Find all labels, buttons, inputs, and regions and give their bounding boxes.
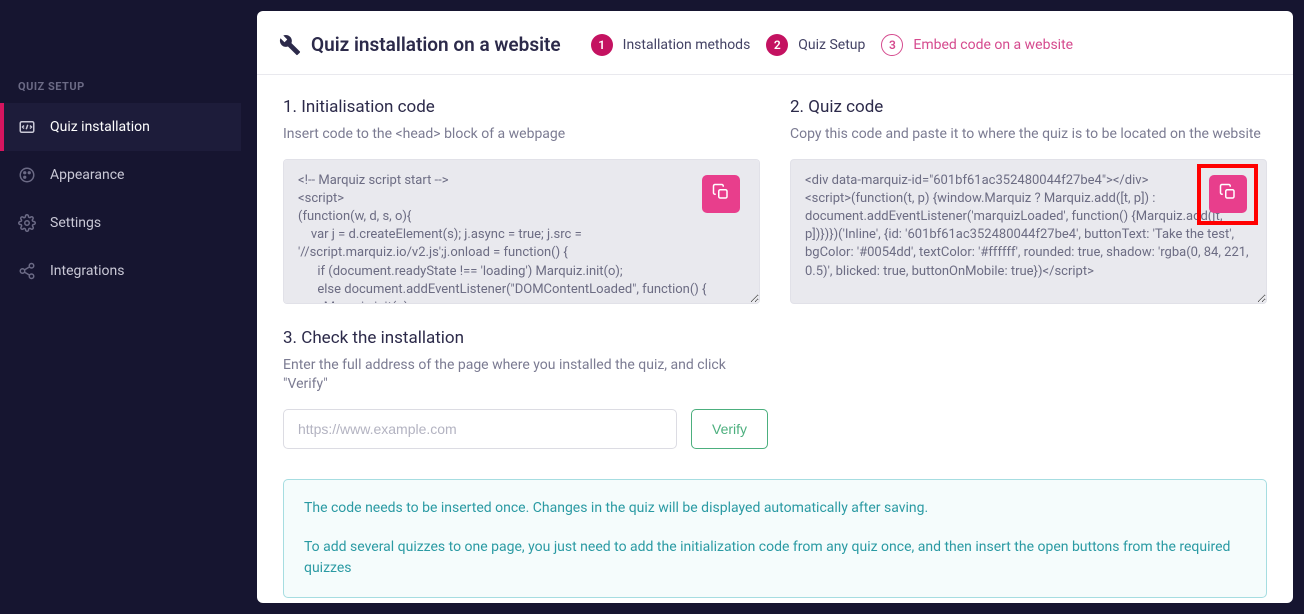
breadcrumb-step-2[interactable]: 2 Quiz Setup	[766, 34, 865, 56]
palette-icon	[18, 166, 36, 184]
section-title: 2. Quiz code	[790, 97, 1267, 117]
step-label: Quiz Setup	[798, 37, 865, 53]
gear-icon	[18, 214, 36, 232]
section-desc: Copy this code and paste it to where the…	[790, 125, 1267, 145]
copy-icon	[712, 183, 730, 204]
sidebar-item-label: Appearance	[50, 167, 124, 183]
verify-button[interactable]: Verify	[691, 409, 768, 449]
step-label: Installation methods	[623, 37, 751, 53]
section-title: 1. Initialisation code	[283, 97, 760, 117]
sidebar-item-settings[interactable]: Settings	[0, 199, 241, 247]
content-card: Quiz installation on a website 1 Install…	[257, 11, 1293, 603]
url-input[interactable]	[283, 409, 677, 449]
init-section: 1. Initialisation code Insert code to th…	[283, 97, 760, 308]
copy-quiz-button[interactable]	[1209, 175, 1247, 213]
sidebar: QUIZ SETUP Quiz installation Appearance …	[0, 0, 241, 614]
code-icon	[18, 118, 36, 136]
init-code-textarea[interactable]	[283, 159, 760, 304]
page-title: Quiz installation on a website	[311, 33, 561, 56]
check-section: 3. Check the installation Enter the full…	[283, 328, 1267, 449]
step-number: 2	[766, 34, 788, 56]
section-desc: Insert code to the <head> block of a web…	[283, 125, 760, 145]
wrench-icon	[279, 34, 301, 56]
sidebar-item-label: Integrations	[50, 263, 124, 279]
sidebar-item-label: Quiz installation	[50, 119, 150, 135]
quiz-section: 2. Quiz code Copy this code and paste it…	[790, 97, 1267, 308]
section-title: 3. Check the installation	[283, 328, 1267, 348]
card-body: 1. Initialisation code Insert code to th…	[257, 75, 1293, 603]
info-text: The code needs to be inserted once. Chan…	[304, 498, 1246, 519]
breadcrumb-step-3[interactable]: 3 Embed code on a website	[881, 34, 1073, 56]
card-header: Quiz installation on a website 1 Install…	[257, 11, 1293, 75]
sidebar-item-appearance[interactable]: Appearance	[0, 151, 241, 199]
sidebar-heading: QUIZ SETUP	[0, 70, 241, 103]
info-box: The code needs to be inserted once. Chan…	[283, 479, 1267, 598]
section-desc: Enter the full address of the page where…	[283, 356, 743, 395]
quiz-code-textarea[interactable]	[790, 159, 1267, 304]
sidebar-item-integrations[interactable]: Integrations	[0, 247, 241, 295]
step-label: Embed code on a website	[913, 37, 1073, 53]
main: Quiz installation on a website 1 Install…	[241, 0, 1304, 614]
sidebar-item-quiz-installation[interactable]: Quiz installation	[0, 103, 241, 151]
share-icon	[18, 262, 36, 280]
info-text: To add several quizzes to one page, you …	[304, 537, 1246, 579]
sidebar-item-label: Settings	[50, 215, 101, 231]
step-number: 1	[591, 34, 613, 56]
copy-init-button[interactable]	[702, 175, 740, 213]
copy-icon	[1219, 183, 1237, 204]
step-number: 3	[881, 34, 903, 56]
breadcrumb-step-1[interactable]: 1 Installation methods	[591, 34, 751, 56]
